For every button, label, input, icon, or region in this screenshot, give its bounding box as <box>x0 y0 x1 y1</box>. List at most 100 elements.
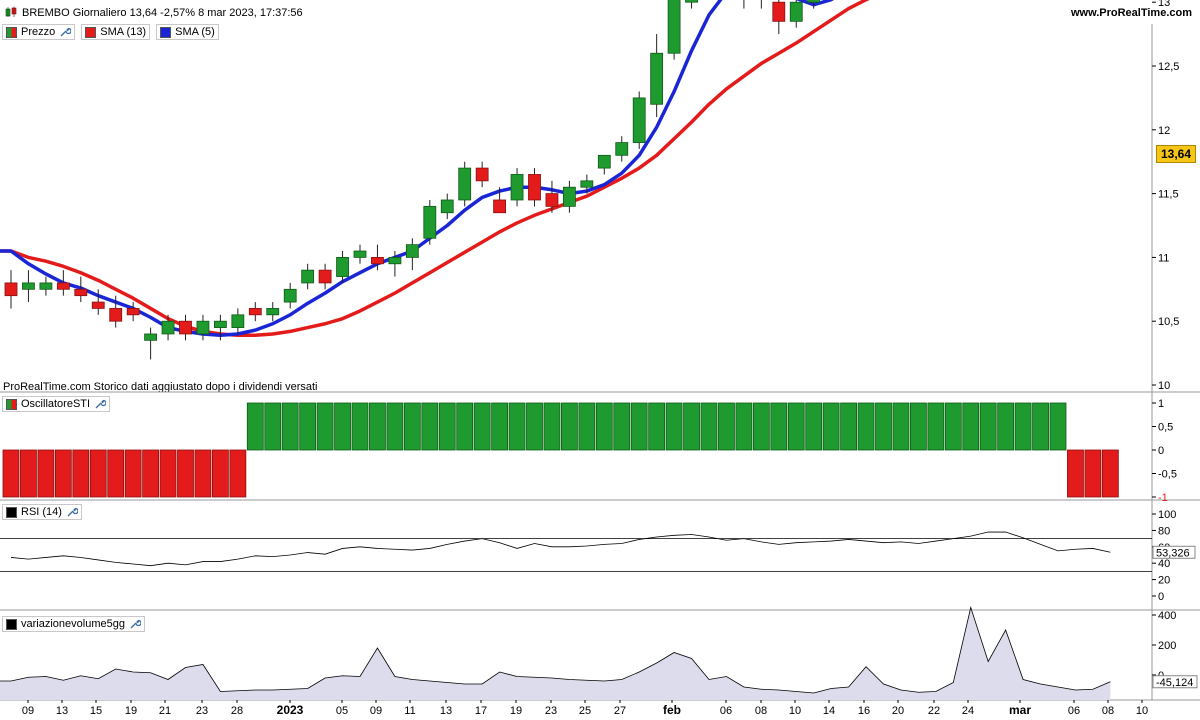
vol-axis-label: 400 <box>1158 610 1176 622</box>
candle-body <box>39 282 53 290</box>
x-axis-label: 13 <box>440 705 452 717</box>
sti-bar <box>857 402 875 451</box>
sti-axis-label: -0,5 <box>1158 469 1177 481</box>
sti-bar <box>875 402 892 451</box>
sti-bar <box>718 402 735 451</box>
vol-area <box>0 607 1111 700</box>
sti-bar <box>892 402 910 451</box>
x-axis-label: 13 <box>56 705 68 717</box>
x-axis-label: 19 <box>125 705 137 717</box>
sti-bar <box>37 449 55 498</box>
sti-bar <box>508 402 526 451</box>
sti-bar <box>72 449 90 498</box>
x-axis-label: mar <box>1009 703 1031 717</box>
price-axis-label: 11 <box>1158 252 1169 264</box>
x-axis-label: 28 <box>231 705 243 717</box>
rsi-axis-label: 80 <box>1158 525 1170 537</box>
sti-bar <box>944 402 962 451</box>
x-axis-label: 21 <box>159 705 171 717</box>
candle-body <box>283 288 297 303</box>
x-axis-label: feb <box>663 703 681 717</box>
sti-bar <box>264 402 282 451</box>
candle-body <box>458 167 472 201</box>
sti-bar <box>665 402 683 451</box>
candle-body <box>667 0 681 54</box>
sti-bar <box>787 402 805 451</box>
sti-bar <box>438 402 456 451</box>
sma5-line <box>0 0 835 337</box>
candle-body <box>440 199 454 214</box>
candle-body <box>807 0 821 3</box>
chart-canvas[interactable]: 15,51514,51413,51312,51211,51110,51014,9… <box>0 0 1200 720</box>
vol-value: -45,124 <box>1156 677 1193 689</box>
sti-bar <box>561 402 578 451</box>
sti-bar <box>770 402 788 451</box>
sti-bar <box>456 402 474 451</box>
sti-bar <box>962 402 980 451</box>
sti-bar <box>369 402 386 451</box>
sti-bar <box>20 449 37 498</box>
sti-bar <box>752 402 770 451</box>
x-axis-label: 22 <box>928 705 940 717</box>
candle-body <box>650 52 664 105</box>
candle-body <box>179 320 192 335</box>
sti-bar <box>1101 449 1119 498</box>
sti-bar <box>613 402 631 451</box>
candle-body <box>528 174 541 201</box>
candle-body <box>336 256 349 277</box>
sti-bar <box>491 402 509 451</box>
sti-bar <box>578 402 596 451</box>
price-axis-label: 12 <box>1158 125 1170 137</box>
sti-bar <box>107 449 125 498</box>
candle-body <box>597 154 611 169</box>
sti-bar <box>1014 402 1032 451</box>
x-axis-label: 17 <box>475 705 487 717</box>
candle-body <box>144 333 158 341</box>
sti-bar <box>595 402 613 451</box>
sti-bar <box>735 402 753 451</box>
sti-bar <box>526 402 543 451</box>
sti-bar <box>997 402 1015 451</box>
sti-axis-label: 0,5 <box>1158 422 1173 434</box>
vol-axis-label: 200 <box>1158 640 1176 652</box>
candle-body <box>615 142 629 156</box>
candle-body <box>632 97 646 143</box>
candle-body <box>231 314 245 328</box>
sti-bar <box>1084 449 1102 498</box>
sti-axis-label: 1 <box>1158 398 1164 410</box>
candle-body <box>423 205 437 239</box>
x-axis-label: 20 <box>892 705 904 717</box>
candle-body <box>510 174 524 201</box>
x-axis-label: 06 <box>1068 705 1080 717</box>
x-axis-label: 08 <box>755 705 767 717</box>
sti-bar <box>700 402 718 451</box>
sti-bar <box>124 449 142 498</box>
sti-bar <box>630 402 648 451</box>
price-axis-label: 13 <box>1158 0 1170 9</box>
sti-bar <box>246 402 264 451</box>
candle-body <box>318 269 332 284</box>
candle-body <box>371 256 384 265</box>
sti-bar <box>840 402 857 451</box>
x-axis-label: 23 <box>196 705 208 717</box>
x-axis-label: 09 <box>22 705 34 717</box>
sma13-line <box>0 0 870 337</box>
rsi-axis-label: 20 <box>1158 575 1170 587</box>
candle-body <box>248 308 262 316</box>
rsi-axis-label: 40 <box>1158 558 1170 570</box>
candle-body <box>475 167 489 182</box>
sti-bar <box>229 449 247 498</box>
candle-body <box>109 308 123 322</box>
candle-body <box>580 180 594 188</box>
sti-bar <box>316 402 334 451</box>
sti-bar <box>805 402 823 451</box>
x-axis-label: 15 <box>90 705 102 717</box>
sti-axis-label: 0 <box>1158 445 1164 457</box>
rsi-value: 53,326 <box>1156 547 1190 559</box>
sti-bar <box>822 402 840 451</box>
sti-bar <box>1049 402 1067 451</box>
sti-bar <box>2 449 20 498</box>
sti-bar <box>543 402 561 451</box>
x-axis-label: 09 <box>370 705 382 717</box>
candle-body <box>388 256 402 265</box>
